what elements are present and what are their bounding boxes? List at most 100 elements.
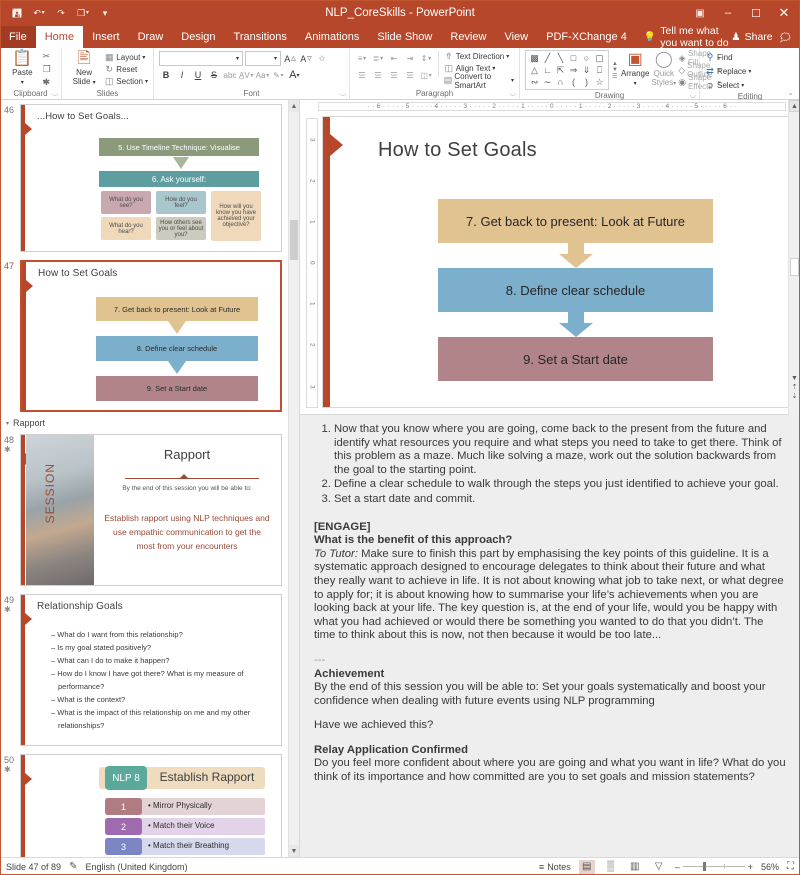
paste-button[interactable]: 📋 Paste ▾ [5,50,40,88]
tab-insert[interactable]: Insert [83,26,129,48]
format-painter-icon[interactable]: ✱ [43,77,54,88]
notes-pane[interactable]: Now that you know where you are going, c… [300,414,800,857]
font-dialog-launcher[interactable]: ◡ [340,88,346,99]
convert-to-smartart-button[interactable]: ▤ Convert to SmartArt ▾ [444,72,514,90]
underline-button[interactable]: U [191,68,205,82]
save-icon[interactable]: 🖪 [7,3,27,23]
align-center-icon[interactable]: ☰ [371,68,385,82]
thumbnail-slide-48[interactable]: 48 ✱ SESSION Rapport By the end of this s… [0,430,288,590]
ribbon-display-options-icon[interactable]: ▣ [686,0,714,26]
tab-file[interactable]: File [0,26,36,48]
scroll-up-arrow-icon[interactable]: ▲ [788,100,800,112]
shape-arrow-icon[interactable]: ╲ [558,53,563,64]
find-button[interactable]: ⚲ Find [705,52,751,63]
shape-textbox-icon[interactable]: ▩ [530,53,539,64]
tab-pdf-xchange[interactable]: PDF-XChange 4 [537,26,636,48]
justify-icon[interactable]: ☰ [403,68,417,82]
tell-me-search[interactable]: 💡 Tell me what you want to do [636,25,731,49]
section-button[interactable]: ◫ Section ▾ [104,76,148,87]
flow-box-step7[interactable]: 7. Get back to present: Look at Future [438,199,713,243]
reset-button[interactable]: ↻ Reset [104,64,148,75]
tab-draw[interactable]: Draw [129,26,173,48]
copy-icon[interactable]: ❐ ▾ [43,64,54,85]
shape-elbow-icon[interactable]: ∟ [543,65,552,76]
tab-slide-show[interactable]: Slide Show [368,26,441,48]
shape-rect-icon[interactable]: □ [571,53,576,64]
undo-icon[interactable]: ↶ ▾ [29,3,49,23]
quick-styles-button[interactable]: ◯ Quick Styles▾ [651,51,676,89]
shape-freeform-icon[interactable]: ∾ [531,77,539,88]
zoom-level[interactable]: 56% [761,862,779,872]
shape-triangle-icon[interactable]: △ [531,65,538,76]
select-button[interactable]: ➲ Select ▾ [705,80,751,91]
proofing-icon[interactable]: ✎ [69,861,77,872]
arrange-button[interactable]: ▣ Arrange ▾ [621,51,649,89]
shapes-gallery[interactable]: ▩ ╱ ╲ □ ○ ▢ △ ∟ ⇱ ⇒ ⇓ ⎕ ∾ ∼ ∩ ( ) ☆ [525,50,609,90]
replace-button[interactable]: ⇄ Replace ▾ [705,66,751,77]
reading-view-button[interactable]: ▥ [627,860,643,874]
slide-title[interactable]: How to Set Goals [378,139,537,162]
notes-button[interactable]: ≡ Notes [539,862,571,872]
normal-view-button[interactable]: ▤ [578,859,595,874]
tab-review[interactable]: Review [441,26,495,48]
shape-star-icon[interactable]: ☆ [595,77,603,88]
shape-rounded-rect-icon[interactable]: ▢ [595,53,604,64]
slide-vertical-scrollbar[interactable]: ▲ ▼ ⇡ ⇣ [788,100,800,415]
zoom-track[interactable] [682,862,745,871]
text-highlight-button[interactable]: ✎ ▾ [271,68,285,82]
redo-icon[interactable]: ↷ [51,3,71,23]
flow-box-step9[interactable]: 9. Set a Start date [438,337,713,381]
shadow-button[interactable]: S [207,68,221,82]
decrease-font-size-icon[interactable]: A ▽ [299,52,313,66]
tab-design[interactable]: Design [172,26,224,48]
scroll-down-arrow-icon[interactable]: ▼ [289,845,299,857]
current-slide[interactable]: How to Set Goals 7. Get back to present:… [322,116,792,408]
strikethrough-button[interactable]: abc [223,68,237,82]
start-slideshow-icon[interactable]: ❒ ▾ [73,3,93,23]
bold-button[interactable]: B [159,68,173,82]
character-spacing-button[interactable]: A̲V ▾ [239,68,253,82]
columns-icon[interactable]: ◫ ▾ [419,68,433,82]
language-indicator[interactable]: English (United Kingdom) [85,862,187,872]
layout-button[interactable]: ▦ Layout ▾ [104,52,148,63]
shape-right-arrow-icon[interactable]: ⇒ [570,65,578,76]
shape-line-icon[interactable]: ╱ [545,53,550,64]
previous-next-slide-buttons[interactable]: ▼ ⇡ ⇣ [789,374,800,401]
increase-indent-icon[interactable]: ⇥ [403,51,417,65]
zoom-out-button[interactable]: – [675,862,680,872]
scrollbar-track[interactable]: ▼ ⇡ ⇣ [789,112,800,415]
zoom-in-button[interactable]: + [748,862,753,872]
new-slide-button[interactable]: 🖹 New Slide ▾ [67,50,101,88]
paragraph-dialog-launcher[interactable]: ◡ [510,88,516,99]
bullets-icon[interactable]: ≡ ▾ [355,51,369,65]
shape-elbow-arrow-icon[interactable]: ⇱ [557,65,565,76]
cut-icon[interactable]: ✂ [43,51,54,62]
section-header-rapport[interactable]: ▾ Rapport [0,416,288,430]
shape-oval-icon[interactable]: ○ [584,53,589,64]
shape-flow-icon[interactable]: ⎕ [597,65,602,76]
slide-counter[interactable]: Slide 47 of 89 [6,862,61,872]
font-name-input[interactable]: ▾ [159,51,243,66]
change-case-button[interactable]: Aa ▾ [255,68,269,82]
shape-down-arrow-icon[interactable]: ⇓ [583,65,591,76]
scroll-up-arrow-icon[interactable]: ▲ [289,100,299,112]
font-color-button[interactable]: A ▾ [287,68,301,82]
close-button[interactable]: ✕ [770,0,798,26]
share-button[interactable]: ♟ Share [731,31,772,43]
tab-transitions[interactable]: Transitions [225,26,296,48]
shape-right-brace-icon[interactable]: ) [585,77,588,88]
comments-icon[interactable]: 🗯 [779,31,792,44]
line-spacing-icon[interactable]: ⇕ ▾ [419,51,433,65]
chevron-down-icon[interactable]: ▾ [6,420,9,427]
clipboard-dialog-launcher[interactable]: ◡ [52,88,58,99]
scrollbar-thumb[interactable] [290,220,298,260]
align-right-icon[interactable]: ☰ [387,68,401,82]
thumbnail-slide-46[interactable]: 46 ...How to Set Goals... 5. Use Timelin… [0,100,288,256]
flow-box-step8[interactable]: 8. Define clear schedule [438,268,713,312]
text-direction-button[interactable]: ⇮ Text Direction ▾ [444,51,514,62]
slide-show-button[interactable]: ▽ [651,860,667,874]
numbering-icon[interactable]: ≣ ▾ [371,51,385,65]
shape-left-brace-icon[interactable]: ( [572,77,575,88]
thumbnail-slide-50[interactable]: 50 ✱ NLP 8 Establish Rapport 1 • Mirror P… [0,750,288,857]
shapes-gallery-scroll[interactable]: ▲ ▼ ☰ [611,60,619,81]
